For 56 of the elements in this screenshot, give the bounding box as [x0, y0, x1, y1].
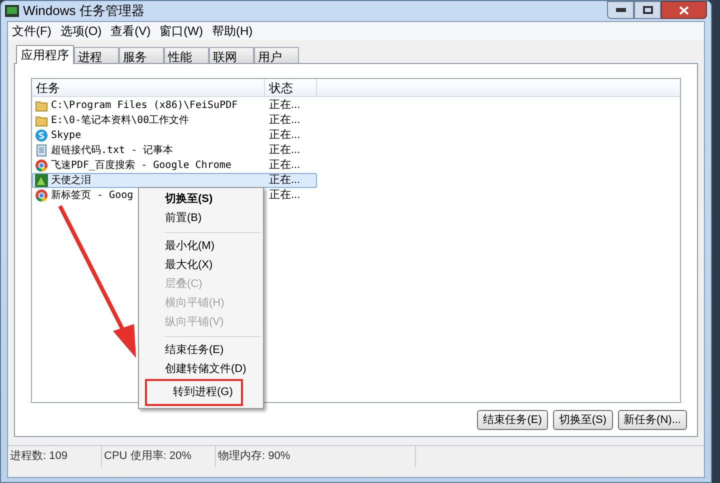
close-button[interactable]: [661, 1, 707, 19]
task-name: E:\0-笔记本资料\00工作文件: [51, 114, 190, 128]
action-button[interactable]: 结束任务(E): [477, 410, 548, 430]
task-status: 正在...: [268, 113, 300, 128]
task-status: 正在...: [268, 128, 300, 144]
context-menu-item[interactable]: 切换至(S): [139, 190, 263, 209]
task-status: 正在...: [268, 98, 300, 114]
task-name: Skype: [51, 129, 82, 143]
maximize-button[interactable]: [634, 1, 661, 19]
status-text: 进程数: 109: [8, 446, 102, 467]
task-name: 天使之泪: [51, 174, 91, 188]
status-text: CPU 使用率: 20%: [102, 446, 216, 467]
folder-icon: [35, 99, 48, 112]
task-status: 正在...: [268, 188, 300, 204]
folder-icon: [35, 114, 48, 127]
chrome-icon: [35, 189, 48, 202]
selected-row-highlight[interactable]: 天使之泪 正在...: [32, 173, 317, 188]
action-button[interactable]: 新任务(N)...: [618, 410, 687, 430]
tab[interactable]: 联网: [209, 47, 254, 63]
task-status: 正在...: [268, 143, 300, 158]
context-menu-item[interactable]: 最小化(M): [139, 237, 263, 256]
context-menu-item[interactable]: 创建转储文件(D): [139, 360, 263, 379]
menu-item[interactable]: 查看(V): [110, 22, 151, 40]
menu-item[interactable]: 选项(O): [60, 22, 102, 40]
task-status: 正在...: [268, 158, 300, 174]
tab[interactable]: 应用程序: [16, 45, 74, 64]
tab[interactable]: 用户: [254, 47, 299, 63]
app-icon: [5, 5, 19, 17]
tab[interactable]: 服务: [119, 47, 164, 63]
task-status: 正在...: [268, 173, 300, 188]
context-menu-item[interactable]: 前置(B): [139, 209, 263, 228]
context-menu-item[interactable]: 最大化(X): [139, 256, 263, 275]
column-header[interactable]: 状态: [265, 79, 317, 96]
task-name: C:\Program Files (x86)\FeiSuPDF: [51, 99, 238, 113]
task-name: 飞速PDF_百度搜索 - Google Chrome: [51, 158, 232, 173]
minimize-icon: [616, 8, 626, 12]
task-name: 超链接代码.txt - 记事本: [51, 144, 174, 158]
context-menu-item[interactable]: 结束任务(E): [139, 341, 263, 360]
close-icon: [679, 6, 689, 14]
tab[interactable]: 性能: [164, 47, 209, 63]
status-text: 物理内存: 90%: [216, 446, 416, 467]
action-button[interactable]: 切换至(S): [552, 410, 613, 430]
notepad-icon: [35, 144, 48, 157]
task-name: 新标签页 - Goog: [51, 188, 134, 203]
menu-item[interactable]: 文件(F): [12, 22, 52, 40]
chrome-icon: [35, 159, 48, 172]
minimize-button[interactable]: [607, 1, 634, 19]
skype-icon: [35, 129, 48, 142]
menu-item[interactable]: 窗口(W): [160, 22, 203, 40]
context-menu-item[interactable]: 转到进程(G): [145, 379, 243, 406]
menu-item[interactable]: 帮助(H): [212, 22, 253, 40]
app-icon: [35, 174, 48, 187]
maximize-icon: [642, 6, 652, 14]
window-title: Windows 任务管理器: [23, 2, 144, 20]
column-header[interactable]: 任务: [32, 79, 265, 96]
tab[interactable]: 进程: [74, 47, 119, 63]
